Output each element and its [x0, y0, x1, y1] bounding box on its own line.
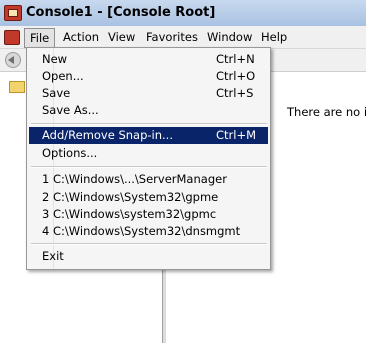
menu-item-recent-3[interactable]: 3 C:\Windows\system32\gpmc	[29, 206, 268, 223]
menu-item-label: Save	[42, 86, 71, 100]
menu-item-label: Exit	[42, 249, 64, 263]
menu-help[interactable]: Help	[255, 29, 293, 45]
menu-item-save-as[interactable]: Save As...	[29, 102, 268, 119]
menu-item-save[interactable]: Save Ctrl+S	[29, 85, 268, 102]
menu-item-label: Open...	[42, 69, 84, 83]
menu-item-label: 2 C:\Windows\System32\gpme	[42, 190, 219, 204]
menu-item-options[interactable]: Options...	[29, 145, 268, 162]
menu-item-shortcut: Ctrl+N	[216, 52, 255, 66]
menu-separator	[31, 123, 267, 125]
menu-item-shortcut: Ctrl+S	[216, 86, 254, 100]
menu-separator	[31, 243, 267, 245]
menu-item-new[interactable]: New Ctrl+N	[29, 51, 268, 68]
menu-item-add-remove-snap-in[interactable]: Add/Remove Snap-in... Ctrl+M	[29, 127, 268, 144]
empty-message: There are no ite	[287, 105, 366, 119]
menu-separator	[31, 166, 267, 168]
menu-item-label: 3 C:\Windows\system32\gpmc	[42, 207, 217, 221]
menu-window[interactable]: Window	[201, 29, 258, 45]
menu-item-recent-2[interactable]: 2 C:\Windows\System32\gpme	[29, 189, 268, 206]
menu-item-label: 4 C:\Windows\System32\dnsmgmt	[42, 224, 241, 238]
menu-item-label: 1 C:\Windows\...\ServerManager	[42, 172, 227, 186]
menu-view[interactable]: View	[102, 29, 141, 45]
menu-item-recent-4[interactable]: 4 C:\Windows\System32\dnsmgmt	[29, 223, 268, 240]
mmc-console-icon[interactable]	[4, 5, 22, 21]
file-menu-dropdown: New Ctrl+N Open... Ctrl+O Save Ctrl+S Sa…	[26, 47, 271, 270]
menu-item-label: Options...	[42, 146, 98, 160]
menu-bar: File Action View Favorites Window Help	[0, 26, 366, 49]
mmc-console-icon[interactable]	[4, 30, 20, 45]
menu-item-label: Add/Remove Snap-in...	[42, 128, 173, 142]
menu-item-shortcut: Ctrl+M	[216, 128, 257, 142]
folder-icon[interactable]	[9, 81, 25, 93]
menu-item-label: Save As...	[42, 103, 99, 117]
menu-item-exit[interactable]: Exit	[29, 248, 268, 265]
window-title: Console1 - [Console Root]	[26, 5, 216, 20]
back-arrow-icon[interactable]	[5, 52, 21, 68]
menu-item-label: New	[42, 52, 68, 66]
menu-file[interactable]: File	[24, 28, 56, 48]
menu-item-shortcut: Ctrl+O	[216, 69, 256, 83]
menu-item-recent-1[interactable]: 1 C:\Windows\...\ServerManager	[29, 171, 268, 188]
menu-item-open[interactable]: Open... Ctrl+O	[29, 68, 268, 85]
menu-action[interactable]: Action	[57, 29, 105, 45]
title-bar: Console1 - [Console Root]	[0, 0, 366, 27]
menu-favorites[interactable]: Favorites	[140, 29, 204, 45]
